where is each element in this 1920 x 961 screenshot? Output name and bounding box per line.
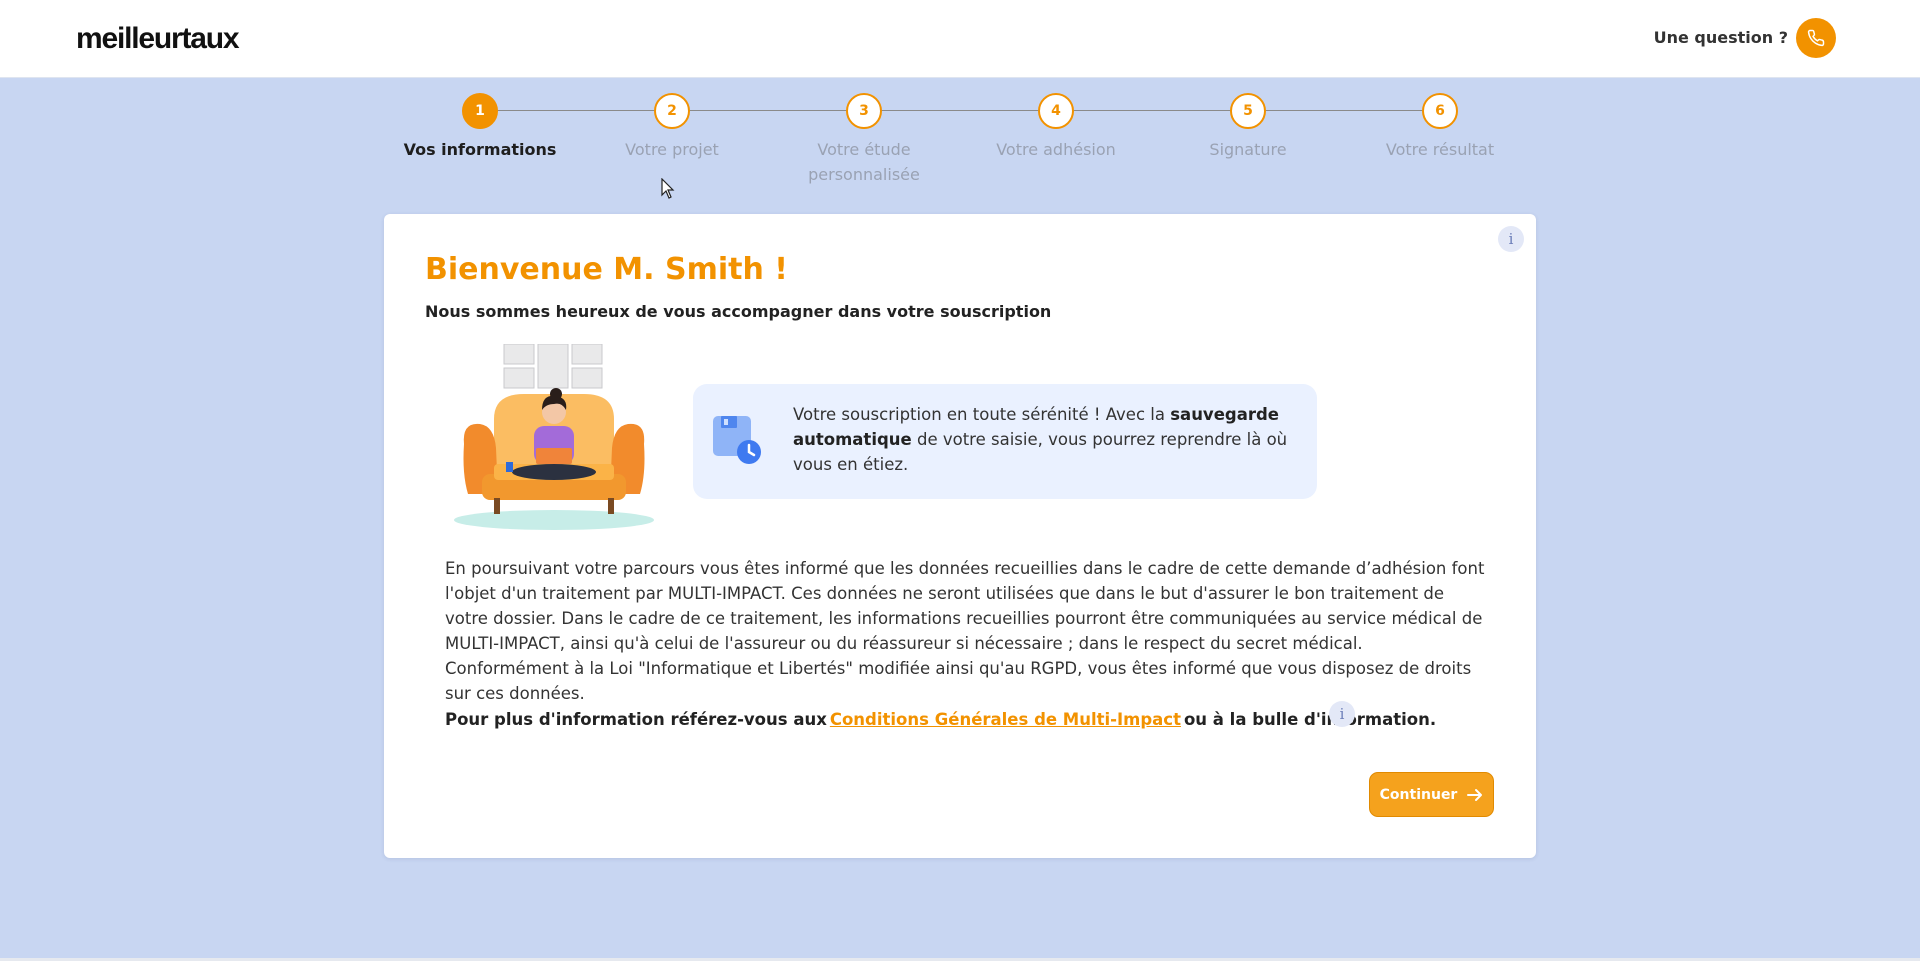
step-3[interactable]: 3 Votre étude personnalisée (784, 93, 944, 187)
step-label: Votre adhésion (996, 140, 1116, 159)
step-number: 4 (1038, 93, 1074, 129)
question-label: Une question ? (1653, 28, 1788, 47)
logo[interactable]: meilleurtaux (76, 22, 240, 56)
step-number: 2 (654, 93, 690, 129)
autosave-text: Votre souscription en toute sérénité ! A… (793, 402, 1293, 477)
welcome-title: Bienvenue M. Smith ! (425, 252, 788, 287)
step-number: 5 (1230, 93, 1266, 129)
step-label: Votre résultat (1385, 140, 1495, 159)
more-info-suffix: ou à la bulle d'information. (1183, 710, 1437, 729)
step-label: Signature (1209, 140, 1287, 159)
step-1[interactable]: 1 Vos informations (400, 93, 560, 162)
info-icon[interactable]: i (1498, 226, 1524, 252)
phone-button[interactable] (1796, 18, 1836, 58)
autosave-text-part1: Votre souscription en toute sérénité ! A… (793, 405, 1171, 424)
step-2[interactable]: 2 Votre projet (592, 93, 752, 162)
info-bubble-icon[interactable]: i (1329, 701, 1355, 727)
step-5[interactable]: 5 Signature (1168, 93, 1328, 162)
legal-notice: En poursuivant votre parcours vous êtes … (445, 559, 1485, 703)
phone-icon (1807, 29, 1825, 47)
save-clock-icon (713, 416, 761, 464)
continue-label: Continuer (1379, 786, 1458, 803)
welcome-subtitle: Nous sommes heureux de vous accompagner … (425, 302, 1052, 321)
mouse-cursor-icon (661, 178, 675, 199)
arrow-right-icon (1467, 788, 1483, 801)
more-info-prefix: Pour plus d'information référez-vous aux (445, 710, 827, 729)
step-6[interactable]: 6 Votre résultat (1360, 93, 1520, 162)
step-number: 3 (846, 93, 882, 129)
step-label: Vos informations (403, 140, 557, 159)
conditions-link[interactable]: Conditions Générales de Multi-Impact (830, 710, 1181, 729)
continue-button[interactable]: Continuer (1369, 772, 1494, 817)
progress-stepper: 1 Vos informations 2 Votre projet 3 Votr… (400, 93, 1560, 193)
step-4[interactable]: 4 Votre adhésion (976, 93, 1136, 162)
step-number: 1 (462, 93, 498, 129)
autosave-notice: Votre souscription en toute sérénité ! A… (693, 384, 1317, 499)
welcome-card: i Bienvenue M. Smith ! Nous sommes heure… (384, 214, 1536, 858)
step-label: Votre étude personnalisée (808, 140, 920, 184)
step-number: 6 (1422, 93, 1458, 129)
woman-on-sofa-illustration (454, 344, 654, 530)
step-label: Votre projet (625, 140, 719, 159)
top-header: meilleurtaux Une question ? (0, 0, 1920, 78)
